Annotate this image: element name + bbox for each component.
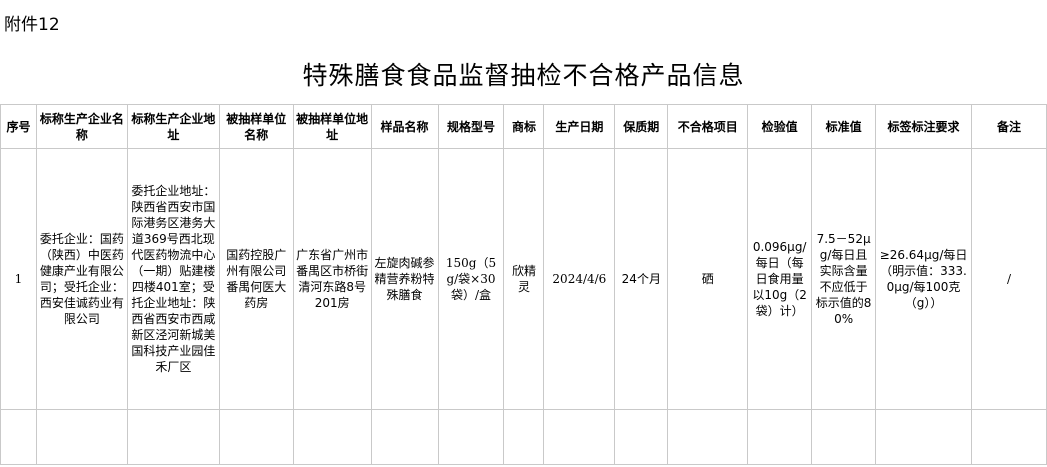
empty-cell xyxy=(503,409,545,465)
header-trademark: 商标 xyxy=(503,104,545,149)
cell-test-value: 0.096μg/每日（每日食用量以10g（2袋）计） xyxy=(747,148,813,410)
cell-trademark: 欣精灵 xyxy=(503,148,545,410)
header-seq: 序号 xyxy=(0,104,37,149)
cell-standard-value: 7.5－52μg/每日且实际含量不应低于标示值的80% xyxy=(811,148,877,410)
table-row: 1 委托企业：国药（陕西）中医药健康产业有限公司；受托企业：西安佳诚药业有限公司… xyxy=(0,148,1047,410)
cell-seq: 1 xyxy=(0,148,37,410)
table-row-empty xyxy=(0,409,1047,465)
nonconforming-products-table: 序号 标称生产企业名称 标称生产企业地址 被抽样单位名称 被抽样单位地址 样品名… xyxy=(0,104,1047,465)
empty-cell xyxy=(292,409,372,465)
cell-remarks: / xyxy=(970,148,1047,410)
cell-production-date: 2024/4/6 xyxy=(543,148,616,410)
empty-cell xyxy=(667,409,749,465)
header-manufacturer-address: 标称生产企业地址 xyxy=(126,104,220,149)
header-sampled-unit-name: 被抽样单位名称 xyxy=(218,104,294,149)
empty-cell xyxy=(875,409,972,465)
header-nonconforming-item: 不合格项目 xyxy=(667,104,749,149)
cell-manufacturer-address: 委托企业地址：陕西省西安市国际港务区港务大道369号西北现代医药物流中心（一期）… xyxy=(126,148,220,410)
header-label-requirement: 标签标注要求 xyxy=(875,104,972,149)
empty-cell xyxy=(35,409,128,465)
empty-cell xyxy=(614,409,669,465)
cell-label-requirement: ≥26.64μg/每日（明示值：333.0μg/每100克（g）） xyxy=(875,148,972,410)
empty-cell xyxy=(126,409,220,465)
cell-nonconforming-item: 硒 xyxy=(667,148,749,410)
empty-cell xyxy=(811,409,877,465)
header-sample-name: 样品名称 xyxy=(370,104,439,149)
header-standard-value: 标准值 xyxy=(811,104,877,149)
empty-cell xyxy=(747,409,813,465)
attachment-label: 附件12 xyxy=(4,15,60,35)
cell-sampled-unit-address: 广东省广州市番禺区市桥街清河东路8号201房 xyxy=(292,148,372,410)
empty-cell xyxy=(370,409,439,465)
page-title: 特殊膳食食品监督抽检不合格产品信息 xyxy=(302,61,745,90)
header-specification: 规格型号 xyxy=(437,104,505,149)
cell-specification: 150g（5g/袋×30袋）/盒 xyxy=(437,148,505,410)
empty-cell xyxy=(0,409,37,465)
header-production-date: 生产日期 xyxy=(543,104,616,149)
empty-cell xyxy=(437,409,505,465)
header-manufacturer-name: 标称生产企业名称 xyxy=(35,104,128,149)
empty-cell xyxy=(543,409,616,465)
header-sampled-unit-address: 被抽样单位地址 xyxy=(292,104,372,149)
cell-sample-name: 左旋肉碱参精营养粉特殊膳食 xyxy=(370,148,439,410)
cell-manufacturer-name: 委托企业：国药（陕西）中医药健康产业有限公司；受托企业：西安佳诚药业有限公司 xyxy=(35,148,128,410)
cell-shelf-life: 24个月 xyxy=(614,148,669,410)
empty-cell xyxy=(970,409,1047,465)
empty-cell xyxy=(218,409,294,465)
header-test-value: 检验值 xyxy=(747,104,813,149)
table-header-row: 序号 标称生产企业名称 标称生产企业地址 被抽样单位名称 被抽样单位地址 样品名… xyxy=(0,104,1047,149)
header-remarks: 备注 xyxy=(970,104,1047,149)
cell-sampled-unit-name: 国药控股广州有限公司番禺何医大药房 xyxy=(218,148,294,410)
header-shelf-life: 保质期 xyxy=(614,104,669,149)
